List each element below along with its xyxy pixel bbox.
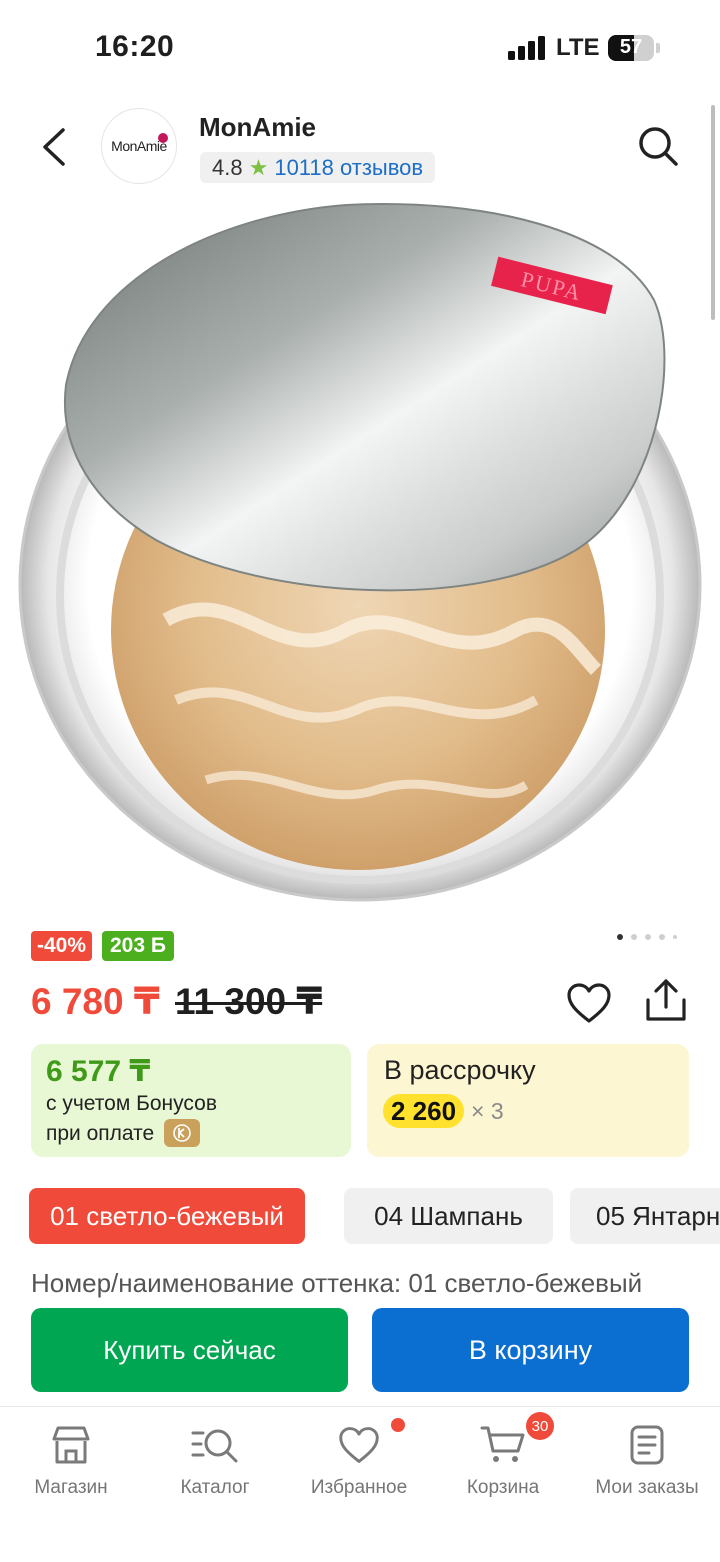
old-price: 11 300 ₸ — [175, 981, 323, 1022]
star-icon: ★ — [248, 154, 269, 180]
installment-card[interactable]: В рассрочку 2 260 × 3 — [367, 1044, 689, 1157]
bonus-price: 6 577 ₸ — [46, 1055, 151, 1088]
heart-icon — [567, 983, 611, 1023]
variant-chip[interactable]: 05 Янтарн — [570, 1188, 720, 1244]
bonus-line-2: при оплате — [46, 1122, 155, 1145]
reviews-link[interactable]: 10118 отзывов — [274, 155, 423, 181]
kaspi-icon — [164, 1119, 200, 1147]
catalog-search-icon — [191, 1429, 238, 1463]
tab-favorites[interactable]: Избранное — [289, 1425, 429, 1499]
tab-label: Каталог — [180, 1477, 250, 1498]
variant-chip-selected[interactable]: 01 светло-бежевый — [29, 1188, 305, 1244]
network-type: LTE — [556, 34, 600, 61]
image-pager — [617, 934, 677, 940]
tab-label: Корзина — [466, 1477, 540, 1498]
shop-name[interactable]: MonAmie — [199, 112, 316, 143]
pager-dot — [673, 935, 677, 939]
discount-badge: -40% — [31, 931, 93, 961]
battery-tip — [656, 43, 660, 53]
back-button[interactable] — [32, 122, 76, 172]
pager-dot — [631, 934, 637, 940]
buy-now-button[interactable]: Купить сейчас — [31, 1308, 348, 1392]
heart-icon — [339, 1427, 379, 1463]
installment-multiplier: × 3 — [471, 1098, 504, 1124]
tab-orders[interactable]: Мои заказы — [577, 1425, 717, 1499]
pager-dot — [645, 934, 651, 940]
logo-butterfly-icon — [158, 133, 168, 143]
orders-icon — [630, 1425, 664, 1465]
add-to-cart-button[interactable]: В корзину — [372, 1308, 689, 1392]
tab-store[interactable]: Магазин — [1, 1425, 141, 1499]
rating-pill[interactable]: 4.8 ★ 10118 отзывов — [200, 152, 436, 183]
current-price: 6 780 ₸ — [31, 981, 160, 1022]
bonus-line-1: с учетом Бонусов — [46, 1092, 217, 1115]
search-icon — [639, 127, 678, 166]
signal-icon — [508, 36, 546, 60]
share-button[interactable] — [644, 978, 688, 1024]
tab-label: Мои заказы — [595, 1477, 699, 1498]
variant-chip[interactable]: 04 Шампань — [344, 1188, 553, 1244]
shop-logo[interactable]: MonAmie — [101, 108, 177, 184]
scroll-indicator — [711, 105, 715, 320]
battery-icon: 57 — [608, 35, 654, 61]
cart-count-badge: 30 — [526, 1412, 554, 1440]
store-icon — [52, 1426, 90, 1464]
bottom-tab-bar: Магазин Каталог Избранное Корзина Мои за… — [0, 1406, 720, 1562]
chevron-left-icon — [43, 128, 65, 166]
installment-title: В рассрочку — [384, 1055, 536, 1085]
tab-catalog[interactable]: Каталог — [145, 1425, 285, 1499]
pager-dot-active — [617, 934, 623, 940]
tab-label: Магазин — [34, 1477, 108, 1498]
shade-info: Номер/наименование оттенка: 01 светло-бе… — [31, 1268, 643, 1298]
favorite-button[interactable] — [566, 982, 612, 1024]
cart-icon — [480, 1426, 525, 1462]
status-time: 16:20 — [95, 30, 175, 63]
rating-value: 4.8 — [212, 154, 243, 180]
bonus-badge: 203 Б — [102, 931, 174, 961]
search-button[interactable] — [636, 124, 680, 168]
tab-label: Избранное — [310, 1477, 408, 1498]
favorites-notification-dot — [391, 1418, 405, 1432]
share-icon — [646, 979, 686, 1021]
product-image[interactable]: PUPA — [16, 200, 704, 910]
bonus-price-card[interactable]: 6 577 ₸ с учетом Бонусов при оплате — [31, 1044, 351, 1157]
tab-cart[interactable]: Корзина — [433, 1425, 573, 1499]
installment-amount: 2 260 — [383, 1094, 465, 1128]
pager-dot — [659, 934, 665, 940]
battery-level: 57 — [619, 36, 643, 58]
